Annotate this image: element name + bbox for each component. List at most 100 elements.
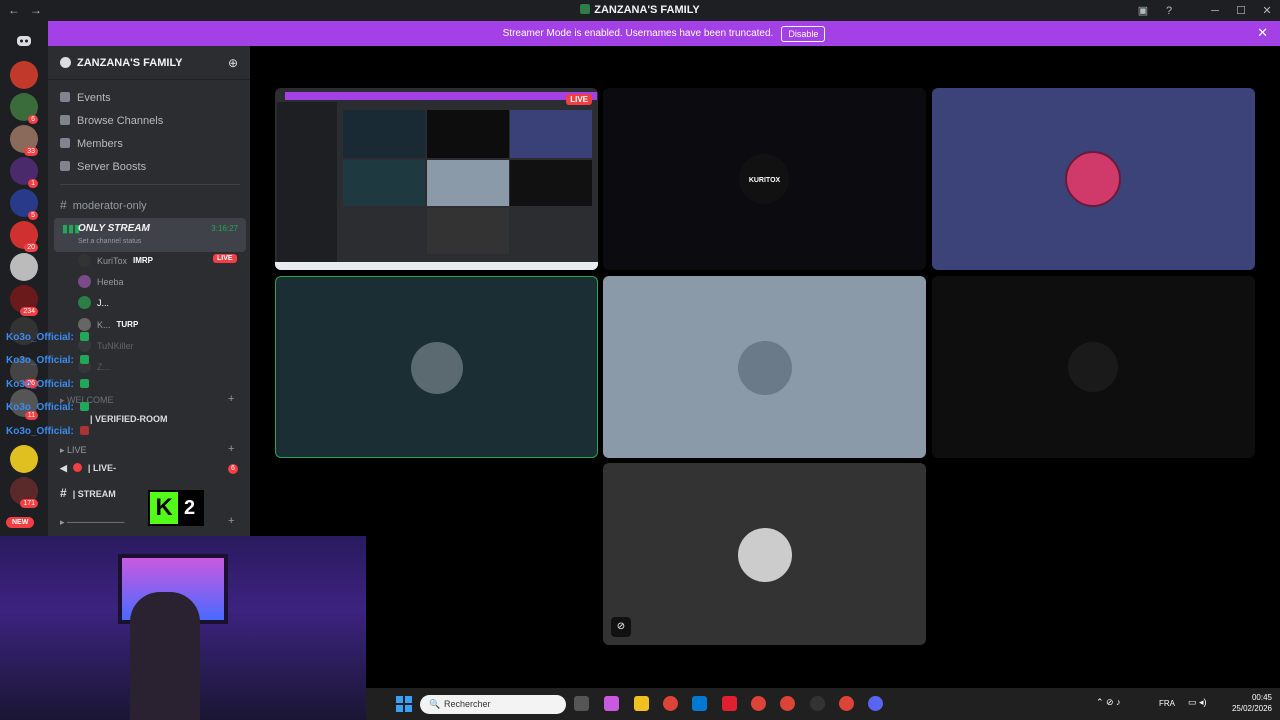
voice-user-1[interactable]: KuriTox IMRP — [78, 254, 153, 267]
avatar — [1065, 151, 1121, 207]
channel-stream[interactable]: # | STREAM — [60, 486, 116, 500]
new-badge: NEW — [6, 517, 35, 528]
emote-icon — [79, 332, 89, 341]
chrome-icon[interactable] — [663, 696, 678, 711]
server-icon-7[interactable] — [10, 253, 38, 281]
voice-user-4[interactable]: K... TURP — [78, 318, 138, 331]
channel-verified-room[interactable]: | VERIFIED-ROOM — [90, 414, 168, 424]
kick-logo-icon: K — [150, 492, 178, 524]
copilot-icon[interactable] — [604, 696, 619, 711]
avatar — [78, 296, 91, 309]
menu-browse-channels[interactable]: Browse Channels — [60, 115, 163, 127]
menu-members[interactable]: Members — [60, 138, 123, 150]
minimize-button[interactable]: ─ — [1202, 5, 1228, 17]
chrome-icon[interactable] — [839, 696, 854, 711]
tile-heeba[interactable] — [932, 88, 1255, 270]
file-explorer-icon[interactable] — [634, 696, 649, 711]
obs-icon[interactable] — [810, 696, 825, 711]
streamer-mode-banner: Streamer Mode is enabled. Usernames have… — [48, 21, 1280, 46]
discord-icon[interactable] — [868, 696, 883, 711]
server-icon-4[interactable]: 1 — [10, 157, 38, 188]
channel-moderator-only[interactable]: # moderator-only — [60, 198, 147, 212]
avatar — [1068, 342, 1118, 392]
calendar-icon — [60, 92, 70, 102]
avatar — [738, 341, 792, 395]
tile-logo-text: KURITOX — [748, 177, 781, 184]
close-button[interactable]: ✕ — [1254, 4, 1280, 17]
banner-text: Streamer Mode is enabled. Usernames have… — [502, 28, 774, 39]
unread-badge: 6 — [228, 464, 238, 474]
network-volume-icons[interactable]: ▭ ◂) — [1188, 697, 1207, 708]
server-icon-12[interactable] — [10, 445, 38, 473]
avatar — [411, 342, 463, 394]
mini-sidebar — [277, 102, 337, 262]
guild-icon — [60, 57, 71, 68]
live-badge: LIVE — [566, 94, 592, 105]
tile-speaking-user[interactable] — [275, 276, 598, 458]
chrome-icon[interactable] — [780, 696, 795, 711]
add-channel-icon[interactable]: + — [228, 393, 234, 405]
channel-live[interactable]: ◀ | LIVE- — [60, 463, 116, 474]
maximize-button[interactable]: ☐ — [1228, 4, 1254, 17]
task-view-icon[interactable] — [574, 696, 589, 711]
voice-channel-only-stream[interactable]: ▮▮▮ ONLY STREAM Set a channel status 3:1… — [54, 218, 246, 252]
tile-kuritox[interactable]: KURITOX — [603, 88, 926, 270]
tile-tunkiller[interactable] — [932, 276, 1255, 458]
app-icon[interactable] — [722, 696, 737, 711]
guild-header[interactable]: ZANZANA'S FAMILY ⌄ ⊕ — [48, 46, 250, 80]
guild-name: ZANZANA'S FAMILY — [77, 57, 183, 69]
search-icon: 🔍 — [429, 699, 441, 709]
menu-events[interactable]: Events — [60, 92, 111, 104]
store-icon[interactable] — [692, 696, 707, 711]
emote-icon — [79, 379, 89, 388]
chat-overlay-line: Ko3o_Official: — [6, 402, 89, 413]
server-icon-8[interactable]: 234 — [10, 285, 38, 316]
close-icon[interactable]: ✕ — [1257, 25, 1268, 41]
mini-tile — [343, 110, 425, 158]
hash-icon: # — [60, 198, 67, 212]
server-icon — [580, 4, 591, 14]
server-icon-3[interactable]: 33 — [10, 125, 38, 156]
add-channel-icon[interactable]: + — [228, 515, 234, 527]
chrome-icon[interactable] — [751, 696, 766, 711]
tile-user-4[interactable] — [603, 276, 926, 458]
server-icon-5[interactable]: 5 — [10, 189, 38, 220]
avatar — [78, 275, 91, 288]
menu-server-boosts[interactable]: Server Boosts — [60, 161, 146, 173]
avatar — [738, 528, 792, 582]
clock[interactable]: 00:45 25/02/2026 — [1232, 692, 1272, 714]
server-icon-2[interactable]: 6 — [10, 93, 38, 124]
emote-icon — [79, 426, 89, 435]
mini-tile — [510, 160, 592, 206]
category-collapsed[interactable]: ▸ ───────── — [60, 517, 124, 528]
add-channel-icon[interactable]: + — [228, 443, 234, 455]
taskbar-search[interactable]: 🔍 Rechercher — [420, 695, 566, 714]
disable-button[interactable]: Disable — [781, 25, 826, 42]
chat-overlay-line: Ko3o_Official: — [6, 379, 89, 390]
voice-user-3[interactable]: J... — [78, 296, 109, 309]
inbox-icon[interactable]: ▣ — [1130, 4, 1156, 17]
mini-tile — [510, 110, 592, 158]
server-icon-1[interactable] — [10, 61, 38, 89]
mini-tile — [427, 208, 509, 254]
system-tray-icons[interactable]: ⌃ ⊘ ♪ — [1096, 697, 1121, 708]
tile-user-6[interactable]: ⊘ — [603, 463, 926, 645]
mini-tile — [343, 160, 425, 206]
server-icon-13[interactable]: 171 — [10, 477, 38, 508]
add-member-icon[interactable]: ⊕ — [228, 56, 238, 70]
window-titlebar: ← → ZANZANA'S FAMILY ▣ ? ─ ☐ ✕ — [0, 0, 1280, 21]
help-icon[interactable]: ? — [1156, 5, 1182, 17]
tile-screen-share[interactable]: LIVE — [275, 88, 598, 270]
windows-start-icon[interactable] — [396, 696, 412, 712]
server-icon-6[interactable]: 20 — [10, 221, 38, 252]
chat-overlay-line: Ko3o_Official: — [6, 426, 89, 437]
language-indicator[interactable]: FRA — [1159, 699, 1175, 708]
category-live[interactable]: ▸ LIVE — [60, 445, 87, 456]
avatar — [78, 318, 91, 331]
voice-user-2[interactable]: Heeba — [78, 275, 124, 288]
window-title: ZANZANA'S FAMILY — [0, 4, 1280, 16]
divider — [60, 184, 240, 185]
kick-overlay: K 2 — [148, 490, 204, 526]
discord-home-icon[interactable] — [10, 27, 38, 55]
webcam-overlay — [0, 536, 366, 720]
